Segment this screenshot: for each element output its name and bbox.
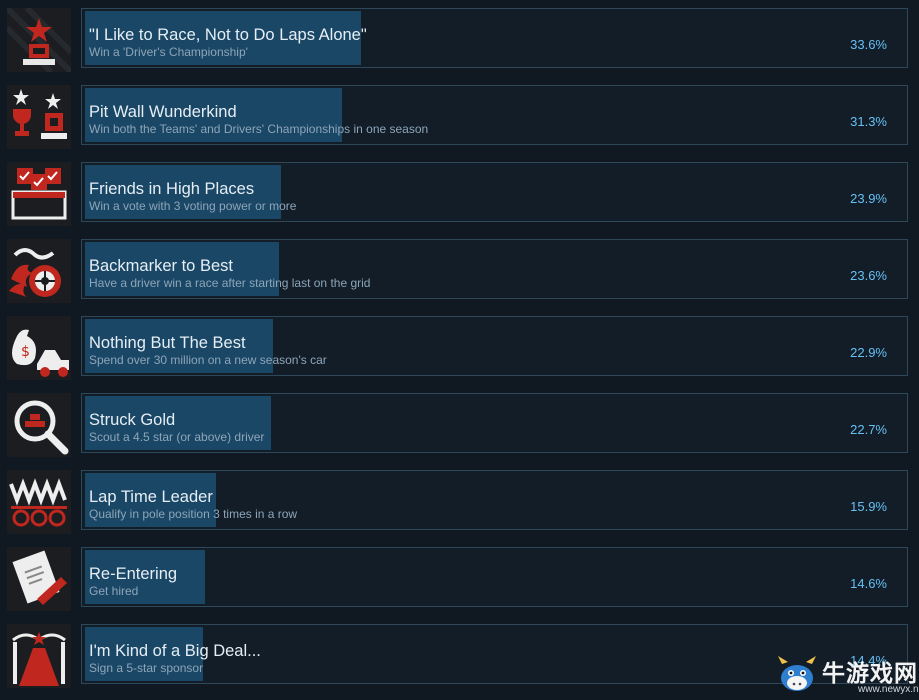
achievement-row[interactable]: Friends in High Places Win a vote with 3 … bbox=[0, 161, 919, 238]
achievement-description: Qualify in pole position 3 times in a ro… bbox=[89, 507, 298, 521]
unlock-percent-label: 23.6% bbox=[850, 268, 887, 283]
achievement-panel: Backmarker to Best Have a driver win a ra… bbox=[81, 239, 908, 299]
achievement-row[interactable]: Struck Gold Scout a 4.5 star (or above) d… bbox=[0, 392, 919, 469]
achievement-row[interactable]: Backmarker to Best Have a driver win a ra… bbox=[0, 238, 919, 315]
red-carpet-icon bbox=[7, 624, 71, 688]
watermark: 牛游戏网 www.newyx.net bbox=[774, 652, 919, 699]
achievement-description: Scout a 4.5 star (or above) driver bbox=[89, 430, 265, 444]
achievement-row[interactable]: Re-Entering Get hired 14.6% bbox=[0, 546, 919, 623]
flaming-wheel-icon bbox=[7, 239, 71, 303]
achievement-panel: Nothing But The Best Spend over 30 millio… bbox=[81, 316, 908, 376]
achievement-row[interactable]: $ Nothing But The Best Spend over 30 milli… bbox=[0, 315, 919, 392]
contract-signing-icon bbox=[7, 547, 71, 611]
double-trophy-icon bbox=[7, 85, 71, 149]
achievement-title: I'm Kind of a Big Deal... bbox=[89, 642, 261, 660]
achievement-row[interactable]: Lap Time Leader Qualify in pole position … bbox=[0, 469, 919, 546]
lap-timer-icon bbox=[7, 470, 71, 534]
unlock-percent-label: 33.6% bbox=[850, 37, 887, 52]
achievement-panel: Re-Entering Get hired 14.6% bbox=[81, 547, 908, 607]
achievement-description: Have a driver win a race after starting … bbox=[89, 276, 371, 290]
achievement-description: Win both the Teams' and Drivers' Champio… bbox=[89, 122, 429, 136]
cow-logo-icon bbox=[778, 656, 816, 691]
achievement-description: Get hired bbox=[89, 584, 139, 598]
achievement-description: Spend over 30 million on a new season's … bbox=[89, 353, 327, 367]
unlock-percent-label: 22.7% bbox=[850, 422, 887, 437]
unlock-percent-label: 31.3% bbox=[850, 114, 887, 129]
achievement-title: Re-Entering bbox=[89, 565, 178, 583]
achievement-panel: Friends in High Places Win a vote with 3 … bbox=[81, 162, 908, 222]
achievement-description: Win a 'Driver's Championship' bbox=[89, 45, 248, 59]
achievement-title: Backmarker to Best bbox=[89, 257, 233, 275]
achievement-title: Lap Time Leader bbox=[89, 488, 213, 506]
achievement-panel: Struck Gold Scout a 4.5 star (or above) d… bbox=[81, 393, 908, 453]
achievement-title: Nothing But The Best bbox=[89, 334, 246, 352]
watermark-text: 牛游戏网 bbox=[822, 661, 918, 687]
magnifier-gold-icon bbox=[7, 393, 71, 457]
achievement-panel: Lap Time Leader Qualify in pole position … bbox=[81, 470, 908, 530]
money-bag-car-icon: $ bbox=[7, 316, 71, 380]
achievement-row[interactable]: "I Like to Race, Not to Do Laps Alone" Wi… bbox=[0, 7, 919, 84]
svg-text:$: $ bbox=[21, 344, 30, 360]
achievement-description: Sign a 5-star sponsor bbox=[89, 661, 204, 675]
unlock-percent-label: 14.6% bbox=[850, 576, 887, 591]
unlock-percent-label: 15.9% bbox=[850, 499, 887, 514]
achievement-row[interactable]: Pit Wall Wunderkind Win both the Teams' a… bbox=[0, 84, 919, 161]
ballot-box-icon bbox=[7, 162, 71, 226]
achievement-list: "I Like to Race, Not to Do Laps Alone" Wi… bbox=[0, 0, 919, 699]
trophy-podium-icon bbox=[7, 8, 71, 72]
watermark-url: www.newyx.net bbox=[858, 684, 919, 695]
achievement-description: Win a vote with 3 voting power or more bbox=[89, 199, 297, 213]
achievement-title: Pit Wall Wunderkind bbox=[89, 103, 237, 121]
achievement-title: Friends in High Places bbox=[89, 180, 255, 198]
achievement-panel: "I Like to Race, Not to Do Laps Alone" Wi… bbox=[81, 8, 908, 68]
achievement-panel: Pit Wall Wunderkind Win both the Teams' a… bbox=[81, 85, 908, 145]
achievement-title: Struck Gold bbox=[89, 411, 176, 429]
unlock-percent-label: 23.9% bbox=[850, 191, 887, 206]
unlock-percent-label: 22.9% bbox=[850, 345, 887, 360]
achievement-title: "I Like to Race, Not to Do Laps Alone" bbox=[89, 26, 367, 44]
